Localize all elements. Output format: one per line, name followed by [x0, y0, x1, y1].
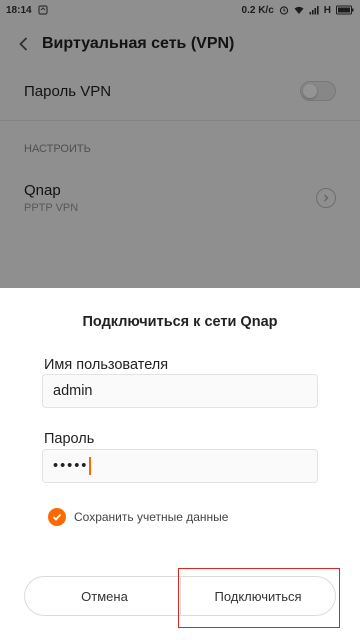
password-label: Пароль — [44, 431, 95, 447]
dialog-title: Подключиться к сети Qnap — [82, 314, 278, 330]
connect-dialog: Подключиться к сети Qnap Имя пользовател… — [0, 288, 360, 640]
check-icon — [52, 513, 62, 521]
vpn-settings-screen: 18:14 0.2 K/c H Виртуальная сеть (VPN) П… — [0, 0, 360, 640]
text-cursor — [89, 457, 92, 475]
save-credentials-label: Сохранить учетные данные — [74, 510, 229, 524]
save-credentials-row[interactable]: Сохранить учетные данные — [48, 508, 228, 526]
username-label: Имя пользователя — [44, 357, 169, 373]
cancel-button[interactable]: Отмена — [24, 576, 184, 616]
password-masked-value: ••••• — [53, 458, 89, 474]
username-input[interactable] — [42, 374, 318, 408]
highlight-box — [178, 568, 340, 628]
password-input[interactable]: ••••• — [42, 449, 318, 483]
save-credentials-checkbox[interactable] — [48, 508, 66, 526]
